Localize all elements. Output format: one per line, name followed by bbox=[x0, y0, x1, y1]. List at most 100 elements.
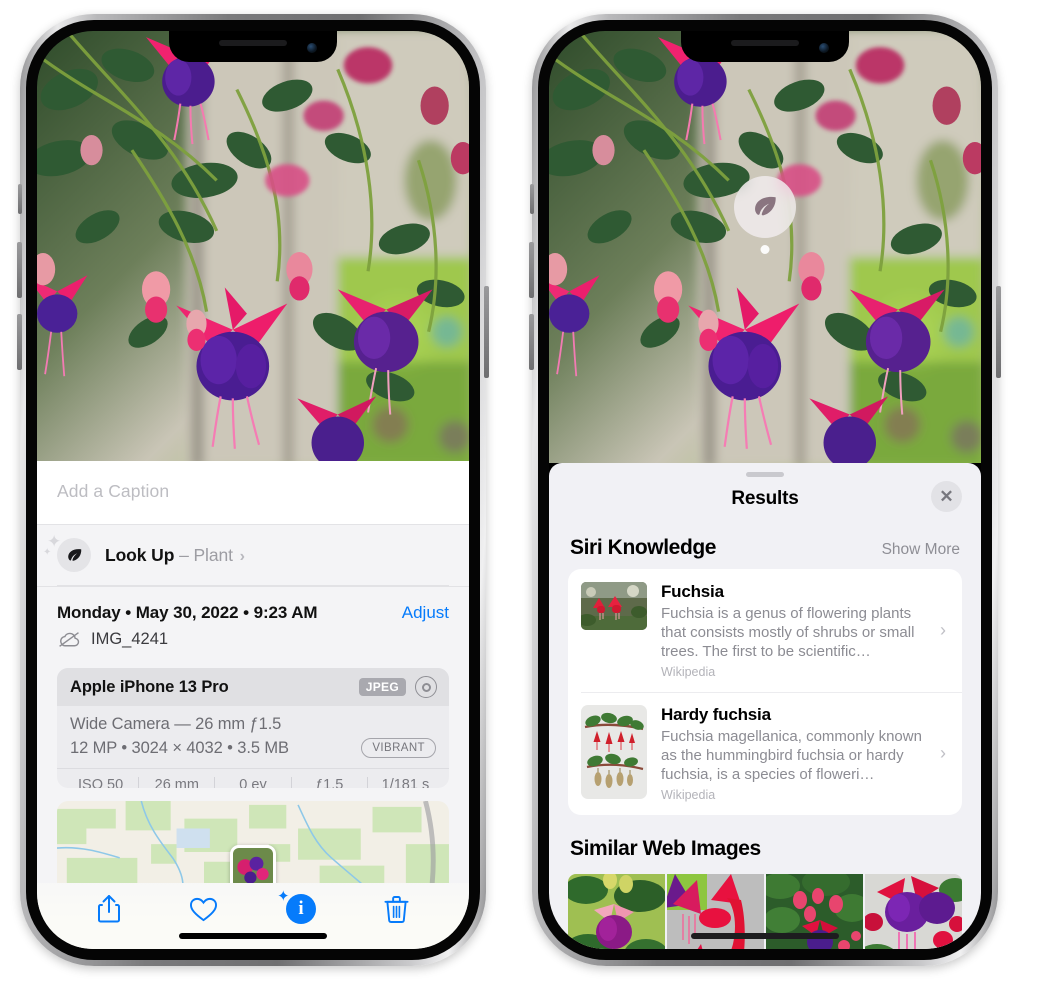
exif-stat-aperture: ƒ1.5 bbox=[292, 777, 368, 788]
results-header: Results ✕ bbox=[549, 477, 981, 514]
photo-viewer-right[interactable] bbox=[549, 31, 981, 463]
web-image-thumb bbox=[568, 874, 665, 949]
favorite-button[interactable] bbox=[189, 896, 218, 923]
photo-info-sheet: Add a Caption ✦ ✦ Look Up – Plant › Mond… bbox=[37, 461, 469, 949]
look-up-label: Look Up – Plant › bbox=[105, 545, 245, 566]
share-button[interactable] bbox=[97, 894, 121, 924]
similar-web-images-header: Similar Web Images bbox=[549, 815, 981, 870]
photo-pin-thumb bbox=[233, 848, 273, 884]
web-image-4[interactable] bbox=[865, 874, 962, 949]
section-title: Similar Web Images bbox=[570, 837, 761, 861]
knowledge-title: Hardy fuchsia bbox=[661, 705, 771, 725]
knowledge-item-fuchsia[interactable]: Fuchsia Fuchsia is a genus of flowering … bbox=[568, 569, 962, 692]
home-indicator-left[interactable] bbox=[179, 933, 327, 939]
format-badge: JPEG bbox=[358, 678, 406, 696]
front-camera-right bbox=[819, 43, 829, 53]
knowledge-thumbnail bbox=[581, 582, 647, 630]
volume-up-button-left[interactable] bbox=[17, 242, 22, 298]
notch-right bbox=[681, 31, 849, 62]
iphone-left: Add a Caption ✦ ✦ Look Up – Plant › Mond… bbox=[17, 14, 489, 966]
look-up-category: Plant bbox=[193, 544, 233, 565]
exif-stat-iso: ISO 50 bbox=[63, 777, 140, 788]
metadata-block: Monday • May 30, 2022 • 9:23 AM Adjust I… bbox=[37, 587, 469, 655]
fuchsia-photo-left bbox=[37, 31, 469, 461]
look-up-dash: – bbox=[179, 544, 189, 565]
chevron-right-icon: › bbox=[940, 620, 946, 641]
file-name: IMG_4241 bbox=[91, 630, 169, 648]
exif-stats-row: ISO 50 26 mm 0 ev ƒ1.5 1/181 s bbox=[57, 768, 449, 788]
volume-up-button-right[interactable] bbox=[529, 242, 534, 298]
location-map[interactable] bbox=[57, 800, 449, 884]
leaf-icon: ✦ ✦ bbox=[43, 532, 91, 572]
lens-ring-icon bbox=[415, 676, 437, 698]
siri-knowledge-header: Siri Knowledge Show More bbox=[549, 514, 981, 569]
screen-right: Results ✕ Siri Knowledge Show More Fuchs… bbox=[549, 31, 981, 949]
resolution-info: 12 MP • 3024 × 4032 • 3.5 MB bbox=[70, 738, 289, 757]
knowledge-item-hardy-fuchsia[interactable]: Hardy fuchsia Fuchsia magellanica, commo… bbox=[568, 692, 962, 815]
volume-down-button-right[interactable] bbox=[529, 314, 534, 370]
web-image-1[interactable] bbox=[568, 874, 665, 949]
sparkles-small-icon: ✦ bbox=[43, 547, 52, 558]
photo-pin bbox=[230, 845, 276, 884]
knowledge-description: Fuchsia magellanica, commonly known as t… bbox=[661, 728, 922, 784]
power-button-left[interactable] bbox=[484, 286, 489, 378]
knowledge-source: Wikipedia bbox=[661, 788, 716, 803]
exif-card[interactable]: Apple iPhone 13 Pro JPEG Wide Camera — 2… bbox=[57, 668, 449, 788]
visual-look-up-anchor-dot bbox=[760, 245, 770, 254]
fuchsia-thumb-image bbox=[581, 582, 647, 630]
exif-body: Wide Camera — 26 mm ƒ1.5 12 MP • 3024 × … bbox=[57, 706, 449, 768]
look-up-title: Look Up bbox=[105, 544, 175, 565]
screen-left: Add a Caption ✦ ✦ Look Up – Plant › Mond… bbox=[37, 31, 469, 949]
caption-placeholder: Add a Caption bbox=[57, 481, 170, 501]
silent-switch-left[interactable] bbox=[18, 184, 22, 214]
icloud-slash-icon bbox=[59, 632, 80, 647]
leaf-glyph bbox=[67, 548, 81, 561]
photo-viewer-left[interactable] bbox=[37, 31, 469, 461]
sparkles-icon: ✦ bbox=[277, 888, 290, 906]
info-circle-icon: i bbox=[286, 894, 316, 925]
delete-button[interactable] bbox=[384, 895, 409, 924]
front-camera-left bbox=[307, 43, 317, 53]
silent-switch-right[interactable] bbox=[530, 184, 534, 214]
iphone-right: Results ✕ Siri Knowledge Show More Fuchs… bbox=[529, 14, 1001, 966]
adjust-button[interactable]: Adjust bbox=[402, 603, 449, 623]
chevron-right-icon: › bbox=[940, 743, 946, 764]
exif-stat-ev: 0 ev bbox=[215, 777, 292, 788]
earpiece-speaker-right bbox=[731, 40, 799, 46]
device-name: Apple iPhone 13 Pro bbox=[70, 677, 229, 696]
close-button[interactable]: ✕ bbox=[931, 481, 962, 512]
heart-icon bbox=[189, 897, 218, 921]
photo-toolbar: ✦ i bbox=[37, 883, 469, 949]
section-title: Siri Knowledge bbox=[570, 536, 717, 559]
exif-stat-shutter: 1/181 s bbox=[381, 777, 430, 788]
knowledge-thumbnail bbox=[581, 705, 647, 800]
results-title: Results bbox=[731, 488, 799, 509]
caption-input[interactable]: Add a Caption bbox=[37, 461, 469, 525]
show-more-button[interactable]: Show More bbox=[882, 541, 960, 559]
hardy-fuchsia-thumb-image bbox=[581, 705, 647, 800]
share-icon bbox=[98, 895, 120, 923]
siri-knowledge-card: Fuchsia Fuchsia is a genus of flowering … bbox=[568, 569, 962, 816]
exif-header: Apple iPhone 13 Pro JPEG bbox=[57, 668, 449, 706]
power-button-right[interactable] bbox=[996, 286, 1001, 378]
home-indicator-right[interactable] bbox=[691, 933, 839, 939]
knowledge-description: Fuchsia is a genus of flowering plants t… bbox=[661, 605, 915, 661]
exif-stat-focal: 26 mm bbox=[139, 777, 216, 788]
look-up-row[interactable]: ✦ ✦ Look Up – Plant › bbox=[37, 525, 469, 587]
visual-look-up-badge[interactable] bbox=[734, 176, 796, 238]
trash-icon bbox=[384, 895, 409, 923]
knowledge-source: Wikipedia bbox=[661, 665, 716, 680]
info-button[interactable]: ✦ i bbox=[277, 888, 316, 925]
earpiece-speaker-left bbox=[219, 40, 287, 46]
knowledge-title: Fuchsia bbox=[661, 582, 724, 601]
photographic-style-badge: VIBRANT bbox=[361, 738, 436, 758]
lens-info: Wide Camera — 26 mm ƒ1.5 bbox=[70, 715, 282, 733]
screenshot-stage: Add a Caption ✦ ✦ Look Up – Plant › Mond… bbox=[0, 0, 1055, 985]
results-sheet: Results ✕ Siri Knowledge Show More Fuchs… bbox=[549, 463, 981, 949]
notch-left bbox=[169, 31, 337, 62]
capture-date: Monday • May 30, 2022 • 9:23 AM bbox=[57, 603, 318, 622]
chevron-right-icon: › bbox=[239, 547, 245, 565]
leaf-icon bbox=[755, 196, 776, 216]
web-image-thumb bbox=[865, 874, 962, 949]
volume-down-button-left[interactable] bbox=[17, 314, 22, 370]
